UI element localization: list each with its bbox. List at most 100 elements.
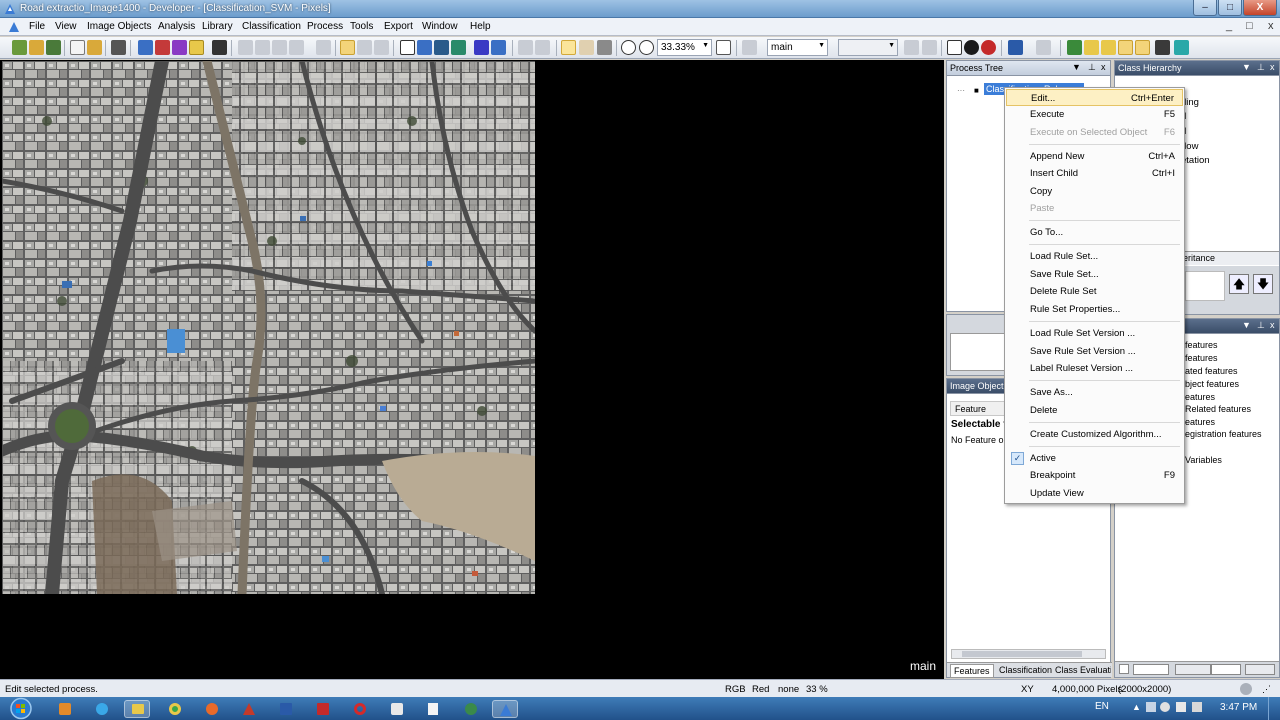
tab-features[interactable]: Features xyxy=(950,664,994,678)
image-viewer[interactable]: main xyxy=(0,60,944,679)
help-icon[interactable] xyxy=(981,40,996,55)
object-outline-icon[interactable] xyxy=(474,40,489,55)
single-view-icon[interactable] xyxy=(947,40,962,55)
network-icon[interactable] xyxy=(1176,702,1186,712)
document-icon[interactable] xyxy=(8,21,20,33)
panel-close-icon[interactable]: x xyxy=(1270,62,1275,72)
menu-process[interactable]: Process xyxy=(307,21,343,32)
menu-item-load-rule-set[interactable]: Load Rule Set... xyxy=(1006,248,1183,265)
zoom-combobox[interactable]: 33.33% ▼ xyxy=(657,39,712,56)
maximize-button[interactable]: □ xyxy=(1218,0,1242,16)
feature-icon[interactable] xyxy=(1135,40,1150,55)
close-button[interactable]: X xyxy=(1243,0,1277,16)
split-view-icon[interactable] xyxy=(357,40,372,55)
menu-item-delete-rule-set[interactable]: Delete Rule Set xyxy=(1006,283,1183,300)
menu-image-objects[interactable]: Image Objects xyxy=(87,21,151,32)
tab-class-evaluation[interactable]: Class Evaluation xyxy=(1055,665,1111,675)
menu-item-save-rule-set-version[interactable]: Save Rule Set Version ... xyxy=(1006,343,1183,360)
mdi-minimize-button[interactable]: _ xyxy=(1226,20,1232,32)
open-project-icon[interactable] xyxy=(29,40,44,55)
level-combobox[interactable]: ▼ xyxy=(838,39,898,56)
internet-explorer-icon[interactable] xyxy=(89,700,115,718)
menu-library[interactable]: Library xyxy=(202,21,233,32)
globe-icon[interactable] xyxy=(458,700,484,718)
open-workspace-icon[interactable] xyxy=(87,40,102,55)
feature-tree-item[interactable]: bject features xyxy=(1185,379,1239,389)
map-combobox[interactable]: main ▼ xyxy=(767,39,828,56)
classification-view-icon[interactable] xyxy=(434,40,449,55)
menu-item-save-as[interactable]: Save As... xyxy=(1006,384,1183,401)
feature-tree-item[interactable]: eatures xyxy=(1185,417,1215,427)
tray-app-icon[interactable] xyxy=(1160,702,1170,712)
language-indicator[interactable]: EN xyxy=(1095,701,1109,712)
tab-classification[interactable]: Classification xyxy=(999,665,1052,675)
samples-icon[interactable] xyxy=(172,40,187,55)
satellite-image[interactable] xyxy=(2,61,535,594)
window-view-icon[interactable] xyxy=(400,40,415,55)
menu-view[interactable]: View xyxy=(55,21,77,32)
cursor-tool-icon[interactable] xyxy=(212,40,227,55)
zoom-fit-icon[interactable] xyxy=(716,40,731,55)
split-view-icon[interactable] xyxy=(374,40,389,55)
feature-tree-item[interactable]: eatures xyxy=(1185,392,1215,402)
select-pointer-icon[interactable] xyxy=(561,40,576,55)
tools-icon[interactable] xyxy=(1155,40,1170,55)
move-up-icon[interactable]: 🡅 xyxy=(1229,274,1249,294)
dock-icon[interactable] xyxy=(1084,40,1099,55)
zoom-out-icon[interactable] xyxy=(621,40,636,55)
feature-tree-item[interactable]: features xyxy=(1185,340,1218,350)
undo-icon[interactable] xyxy=(1008,40,1023,55)
image-layer-icon[interactable] xyxy=(417,40,432,55)
menu-window[interactable]: Window xyxy=(422,21,458,32)
print-icon[interactable] xyxy=(111,40,126,55)
info-icon[interactable] xyxy=(964,40,979,55)
save-project-icon[interactable] xyxy=(46,40,61,55)
rule-set-icon[interactable] xyxy=(1067,40,1082,55)
show-desktop-button[interactable] xyxy=(1268,697,1280,720)
tab-inheritance[interactable]: eritance xyxy=(1183,253,1215,263)
mdi-close-button[interactable]: x xyxy=(1268,20,1274,32)
menu-item-append-new[interactable]: Append New Ctrl+A xyxy=(1006,148,1183,165)
zoom-area-icon[interactable] xyxy=(597,40,612,55)
menu-item-label-ruleset-version[interactable]: Label Ruleset Version ... xyxy=(1006,360,1183,377)
feature-tree-item[interactable]: egistration features xyxy=(1185,429,1262,439)
view-settings-icon[interactable] xyxy=(138,40,153,55)
mdi-restore-button[interactable]: □ xyxy=(1246,20,1253,32)
process-tree-icon[interactable] xyxy=(189,40,204,55)
start-button-icon[interactable] xyxy=(8,697,34,720)
move-down-icon[interactable]: 🡇 xyxy=(1253,274,1273,294)
chrome-icon[interactable] xyxy=(162,700,188,718)
opera-icon[interactable] xyxy=(347,700,373,718)
acrobat-icon[interactable] xyxy=(310,700,336,718)
menu-item-save-rule-set[interactable]: Save Rule Set... xyxy=(1006,266,1183,283)
pin-icon[interactable]: ⊥ xyxy=(1257,62,1265,73)
menu-file[interactable]: File xyxy=(29,21,45,32)
panel-menu-icon[interactable]: ▼ xyxy=(1242,320,1251,330)
tray-expand-icon[interactable]: ▲ xyxy=(1132,702,1141,712)
menu-item-insert-child[interactable]: Insert Child Ctrl+I xyxy=(1006,165,1183,182)
menu-item-active[interactable]: ✓ Active xyxy=(1006,450,1183,467)
menu-item-rule-set-properties[interactable]: Rule Set Properties... xyxy=(1006,301,1183,318)
ecognition-icon[interactable] xyxy=(492,700,518,718)
feature-tree-item[interactable]: ated features xyxy=(1185,366,1238,376)
feature-column-header[interactable]: Feature xyxy=(950,401,1010,416)
arcgis-icon[interactable] xyxy=(236,700,262,718)
menu-item-delete[interactable]: Delete xyxy=(1006,402,1183,419)
layer-mix-icon[interactable] xyxy=(451,40,466,55)
firefox-icon[interactable] xyxy=(199,700,225,718)
class-legend-icon[interactable] xyxy=(155,40,170,55)
menu-tools[interactable]: Tools xyxy=(350,21,373,32)
panel-close-icon[interactable]: x xyxy=(1270,320,1275,330)
horizontal-scrollbar[interactable] xyxy=(951,649,1106,659)
scroll-thumb[interactable] xyxy=(962,651,1082,657)
menu-export[interactable]: Export xyxy=(384,21,413,32)
volume-icon[interactable] xyxy=(1192,702,1202,712)
minimize-button[interactable]: – xyxy=(1193,0,1217,16)
resize-grip-icon[interactable]: ⋰ xyxy=(1262,684,1271,695)
tray-app-icon[interactable] xyxy=(1146,702,1156,712)
menu-analysis[interactable]: Analysis xyxy=(158,21,195,32)
class-icon[interactable] xyxy=(1118,40,1133,55)
pin-icon[interactable]: ⊥ xyxy=(1257,320,1265,331)
menu-help[interactable]: Help xyxy=(470,21,491,32)
menu-item-breakpoint[interactable]: Breakpoint F9 xyxy=(1006,467,1183,484)
